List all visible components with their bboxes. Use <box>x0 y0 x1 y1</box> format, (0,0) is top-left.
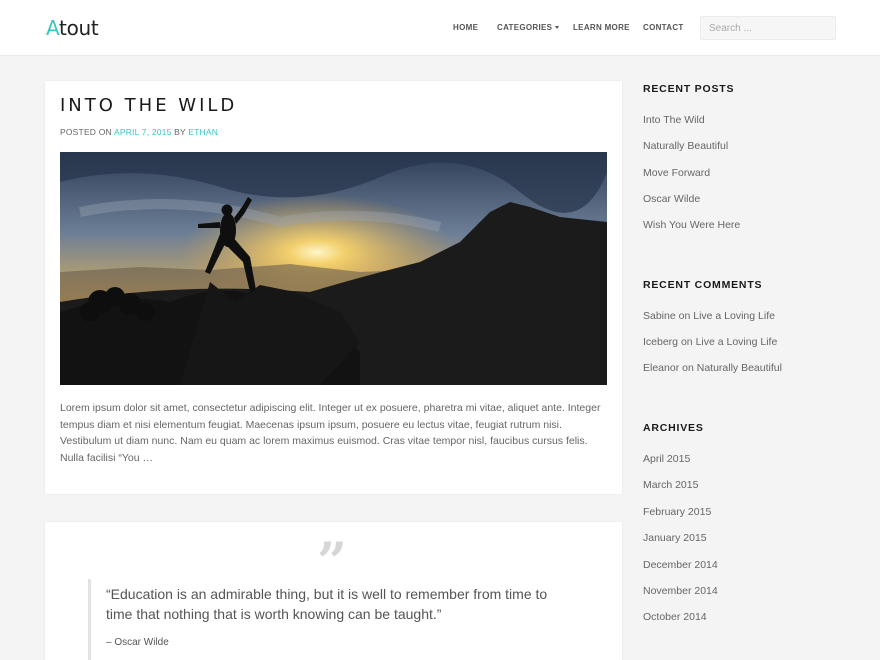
comment-on-label: on <box>682 362 694 374</box>
recent-comments-title: RECENT COMMENTS <box>643 279 763 291</box>
site-header: Atout HOME CATEGORIES LEARN MORE CONTACT <box>0 0 880 56</box>
chevron-down-icon <box>555 26 560 29</box>
recent-comment-item: Iceberg on Live a Loving Life <box>643 336 777 348</box>
comment-author-link[interactable]: Eleanor <box>643 362 679 374</box>
search-input[interactable] <box>700 16 836 40</box>
comment-on-label: on <box>680 336 693 348</box>
post-author-link[interactable]: ETHAN <box>188 127 218 137</box>
post-featured-image[interactable] <box>60 152 607 385</box>
comment-post-link[interactable]: Naturally Beautiful <box>697 362 782 374</box>
recent-comment-item: Eleanor on Naturally Beautiful <box>643 362 782 374</box>
archive-link[interactable]: February 2015 <box>643 506 711 518</box>
nav-contact[interactable]: CONTACT <box>643 23 684 32</box>
archive-link[interactable]: March 2015 <box>643 479 698 491</box>
comment-post-link[interactable]: Live a Loving Life <box>696 336 778 348</box>
recent-post-link[interactable]: Into The Wild <box>643 114 705 126</box>
archive-link[interactable]: December 2014 <box>643 559 718 571</box>
archives-title: ARCHIVES <box>643 422 704 434</box>
nav-categories[interactable]: CATEGORIES <box>497 23 560 32</box>
archive-link[interactable]: January 2015 <box>643 532 707 544</box>
site-logo[interactable]: Atout <box>46 15 99 41</box>
sunset-silhouette-image <box>60 152 607 385</box>
post-title[interactable]: INTO THE WILD <box>60 95 237 116</box>
nav-home[interactable]: HOME <box>453 23 478 32</box>
post-meta: POSTED ON APRIL 7, 2015 BY ETHAN <box>60 127 218 137</box>
quote-post-card: ” “Education is an admirable thing, but … <box>45 522 622 660</box>
logo-text: tout <box>59 16 99 40</box>
archive-link[interactable]: November 2014 <box>643 585 718 597</box>
post-excerpt: Lorem ipsum dolor sit amet, consectetur … <box>60 402 601 464</box>
recent-post-link[interactable]: Wish You Were Here <box>643 219 740 231</box>
quote-text: “Education is an admirable thing, but it… <box>106 586 548 622</box>
recent-comment-item: Sabine on Live a Loving Life <box>643 310 775 322</box>
archive-link[interactable]: April 2015 <box>643 453 690 465</box>
archive-link[interactable]: October 2014 <box>643 611 707 623</box>
posted-on-label: POSTED ON <box>60 127 112 137</box>
quote-block: “Education is an admirable thing, but it… <box>88 579 568 660</box>
recent-post-link[interactable]: Naturally Beautiful <box>643 140 728 152</box>
logo-accent-letter: A <box>46 16 60 40</box>
post-date-link[interactable]: APRIL 7, 2015 <box>114 127 172 137</box>
nav-categories-label: CATEGORIES <box>497 23 553 32</box>
recent-posts-title: RECENT POSTS <box>643 83 735 95</box>
comment-author-link[interactable]: Sabine <box>643 310 676 322</box>
recent-post-link[interactable]: Move Forward <box>643 167 710 179</box>
comment-author-link[interactable]: Iceberg <box>643 336 678 348</box>
quote-citation: – Oscar Wilde <box>106 637 169 648</box>
recent-post-link[interactable]: Oscar Wilde <box>643 193 700 205</box>
post-card: INTO THE WILD POSTED ON APRIL 7, 2015 BY… <box>45 81 622 494</box>
comment-post-link[interactable]: Live a Loving Life <box>693 310 775 322</box>
by-label: BY <box>174 127 186 137</box>
nav-learn-more[interactable]: LEARN MORE <box>573 23 630 32</box>
comment-on-label: on <box>678 310 691 322</box>
